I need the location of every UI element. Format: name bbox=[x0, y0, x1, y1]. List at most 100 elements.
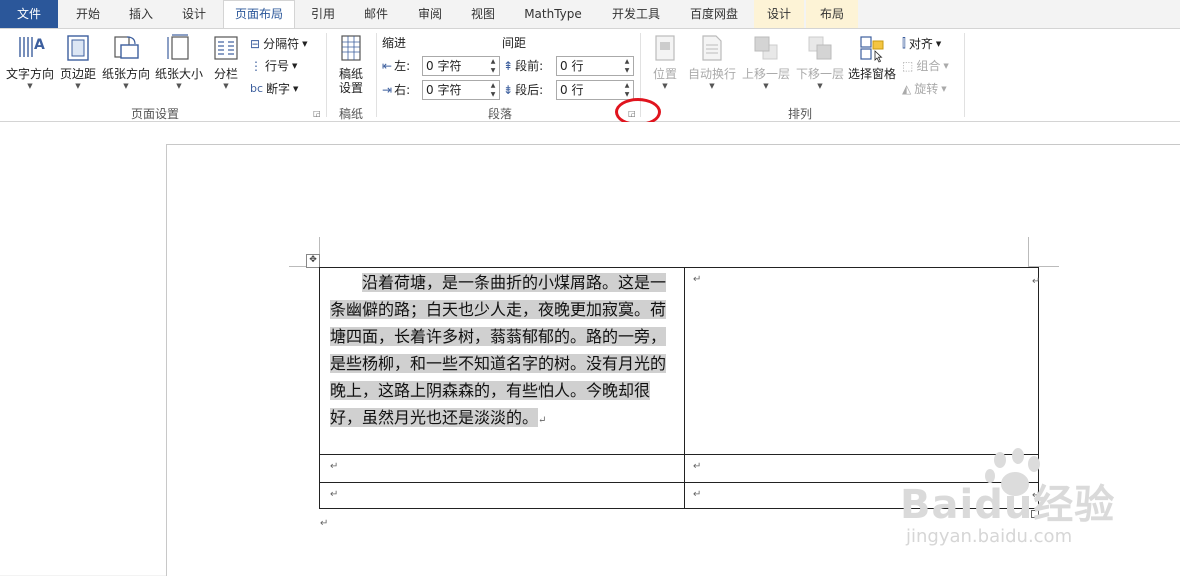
spacing-after-icon: ⇟ bbox=[503, 82, 514, 97]
paragraph-mark: ↵ bbox=[330, 461, 339, 472]
paragraph-mark: ↵ bbox=[330, 489, 339, 500]
spacing-after-label: 段后: bbox=[515, 83, 544, 97]
orientation-label: 纸张方向 bbox=[101, 67, 150, 81]
indent-right-value: 0 字符 bbox=[426, 83, 462, 97]
indent-left-label: 左: bbox=[394, 59, 411, 73]
spinner-arrows-icon[interactable]: ▲ ▼ bbox=[487, 57, 499, 75]
chevron-down-icon: ▼ bbox=[123, 82, 129, 90]
table-cell[interactable]: 沿着荷塘，是一条曲折的小煤屑路。这是一条幽僻的路；白天也少人走，夜晚更加寂寞。荷… bbox=[319, 267, 685, 455]
paper-size-icon bbox=[164, 33, 194, 63]
spacing-after-input[interactable]: 0 行 ▲ ▼ bbox=[556, 80, 634, 100]
chevron-down-icon: ▼ bbox=[176, 82, 182, 90]
paragraph-text-block[interactable]: 沿着荷塘，是一条曲折的小煤屑路。这是一条幽僻的路；白天也少人走，夜晚更加寂寞。荷… bbox=[320, 268, 684, 434]
tab-table-design[interactable]: 设计 bbox=[754, 0, 804, 28]
watermark-url-text: jingyan.baidu.com bbox=[906, 526, 1073, 547]
draft-setup-label-line1: 稿纸 bbox=[338, 67, 363, 81]
tab-home[interactable]: 开始 bbox=[62, 0, 114, 28]
group-button[interactable]: ⬚ 组合 ▼ bbox=[902, 57, 949, 74]
tab-insert[interactable]: 插入 bbox=[116, 0, 166, 28]
crop-mark bbox=[1028, 237, 1029, 267]
rotate-icon: ◭ bbox=[902, 81, 912, 96]
breaks-button[interactable]: ⊟ 分隔符 ▼ bbox=[250, 35, 307, 52]
spacing-before-icon: ⇞ bbox=[503, 58, 514, 73]
spinner-arrows-icon[interactable]: ▲ ▼ bbox=[621, 81, 633, 99]
draft-group-label: 稿纸 bbox=[338, 107, 363, 121]
wrap-text-label: 自动换行 bbox=[687, 67, 736, 81]
tab-baidu-netdisk[interactable]: 百度网盘 bbox=[676, 0, 752, 28]
align-button[interactable]: ⫿ 对齐 ▼ bbox=[902, 35, 941, 52]
chevron-down-icon: ▼ bbox=[941, 84, 947, 93]
breaks-icon: ⊟ bbox=[250, 36, 261, 51]
orientation-icon bbox=[111, 33, 141, 63]
spacing-before-input[interactable]: 0 行 ▲ ▼ bbox=[556, 56, 634, 76]
table-cell[interactable]: ↵ bbox=[319, 454, 685, 483]
text-direction-label: 文字方向 bbox=[5, 67, 54, 81]
bring-forward-icon bbox=[751, 33, 781, 63]
table-move-handle[interactable]: ✥ bbox=[306, 254, 320, 268]
draft-setup-button[interactable]: 稿纸 设置 bbox=[332, 33, 370, 95]
tab-table-layout[interactable]: 布局 bbox=[806, 0, 858, 28]
tab-mathtype[interactable]: MathType bbox=[512, 0, 594, 28]
chevron-down-icon: ▼ bbox=[943, 61, 949, 70]
chevron-down-icon: ▼ bbox=[763, 82, 769, 90]
tab-references[interactable]: 引用 bbox=[298, 0, 348, 28]
wrap-text-button[interactable]: 自动换行 ▼ bbox=[686, 33, 738, 91]
ribbon-tab-bar: 文件 开始 插入 设计 页面布局 引用 邮件 审阅 视图 MathType 开发… bbox=[0, 0, 1180, 28]
hyphenation-label: 断字 bbox=[266, 82, 291, 96]
size-label: 纸张大小 bbox=[154, 67, 203, 81]
line-numbers-button[interactable]: ⋮ 行号 ▼ bbox=[250, 57, 297, 74]
rotate-button[interactable]: ◭ 旋转 ▼ bbox=[902, 80, 947, 97]
columns-icon bbox=[211, 33, 241, 63]
table-row: 沿着荷塘，是一条曲折的小煤屑路。这是一条幽僻的路；白天也少人走，夜晚更加寂寞。荷… bbox=[319, 267, 1039, 455]
bring-forward-label: 上移一层 bbox=[741, 67, 790, 81]
indent-left-input[interactable]: 0 字符 ▲ ▼ bbox=[422, 56, 500, 76]
tab-file[interactable]: 文件 bbox=[0, 0, 58, 28]
indent-right-icon: ⇥ bbox=[382, 82, 393, 97]
size-button[interactable]: 纸张大小 ▼ bbox=[154, 33, 204, 91]
margins-icon bbox=[63, 33, 93, 63]
indent-left-row: ⇤ 左: bbox=[382, 57, 410, 74]
chevron-down-icon: ▼ bbox=[293, 84, 299, 93]
orientation-button[interactable]: 纸张方向 ▼ bbox=[100, 33, 152, 91]
arrange-group-label: 排列 bbox=[787, 107, 812, 121]
margins-button[interactable]: 页边距 ▼ bbox=[58, 33, 98, 91]
indent-right-input[interactable]: 0 字符 ▲ ▼ bbox=[422, 80, 500, 100]
group-divider bbox=[964, 33, 965, 117]
send-backward-button[interactable]: 下移一层 ▼ bbox=[794, 33, 846, 91]
selection-pane-button[interactable]: 选择窗格 bbox=[846, 33, 898, 81]
position-button[interactable]: 位置 ▼ bbox=[646, 33, 684, 91]
spinner-arrows-icon[interactable]: ▲ ▼ bbox=[621, 57, 633, 75]
group-divider bbox=[326, 33, 327, 117]
table-cell[interactable]: ↵ bbox=[684, 267, 1039, 455]
indent-left-icon: ⇤ bbox=[382, 58, 393, 73]
paragraph-group-label: 段落 bbox=[487, 107, 512, 121]
text-direction-button[interactable]: A 文字方向 ▼ bbox=[4, 33, 56, 91]
page-setup-dialog-launcher-icon[interactable]: ◲ bbox=[313, 109, 321, 118]
margins-label: 页边距 bbox=[59, 67, 96, 81]
tab-page-layout[interactable]: 页面布局 bbox=[223, 0, 295, 28]
selection-pane-icon bbox=[857, 33, 887, 63]
indent-heading: 缩进 bbox=[382, 36, 407, 50]
bring-forward-button[interactable]: 上移一层 ▼ bbox=[740, 33, 792, 91]
spacing-heading: 间距 bbox=[502, 36, 527, 50]
columns-label: 分栏 bbox=[213, 67, 238, 81]
tab-view[interactable]: 视图 bbox=[458, 0, 508, 28]
columns-button[interactable]: 分栏 ▼ bbox=[208, 33, 244, 91]
align-label: 对齐 bbox=[908, 37, 933, 51]
spinner-arrows-icon[interactable]: ▲ ▼ bbox=[487, 81, 499, 99]
breaks-label: 分隔符 bbox=[263, 37, 300, 51]
tab-developer[interactable]: 开发工具 bbox=[598, 0, 674, 28]
chevron-down-icon: ▼ bbox=[75, 82, 81, 90]
chevron-down-icon: ▼ bbox=[662, 82, 668, 90]
line-numbers-label: 行号 bbox=[265, 59, 290, 73]
chevron-down-icon: ▼ bbox=[709, 82, 715, 90]
selected-paragraph-text[interactable]: 沿着荷塘，是一条曲折的小煤屑路。这是一条幽僻的路；白天也少人走，夜晚更加寂寞。荷… bbox=[330, 273, 667, 427]
hyphenation-button[interactable]: bc 断字 ▼ bbox=[250, 80, 298, 97]
chevron-down-icon: ▼ bbox=[292, 61, 298, 70]
table-cell[interactable]: ↵ bbox=[319, 482, 685, 509]
text-direction-icon: A bbox=[15, 33, 45, 63]
tab-design[interactable]: 设计 bbox=[168, 0, 220, 28]
spacing-after-row: ⇟ 段后: bbox=[503, 81, 543, 98]
tab-mailings[interactable]: 邮件 bbox=[350, 0, 402, 28]
tab-review[interactable]: 审阅 bbox=[404, 0, 456, 28]
